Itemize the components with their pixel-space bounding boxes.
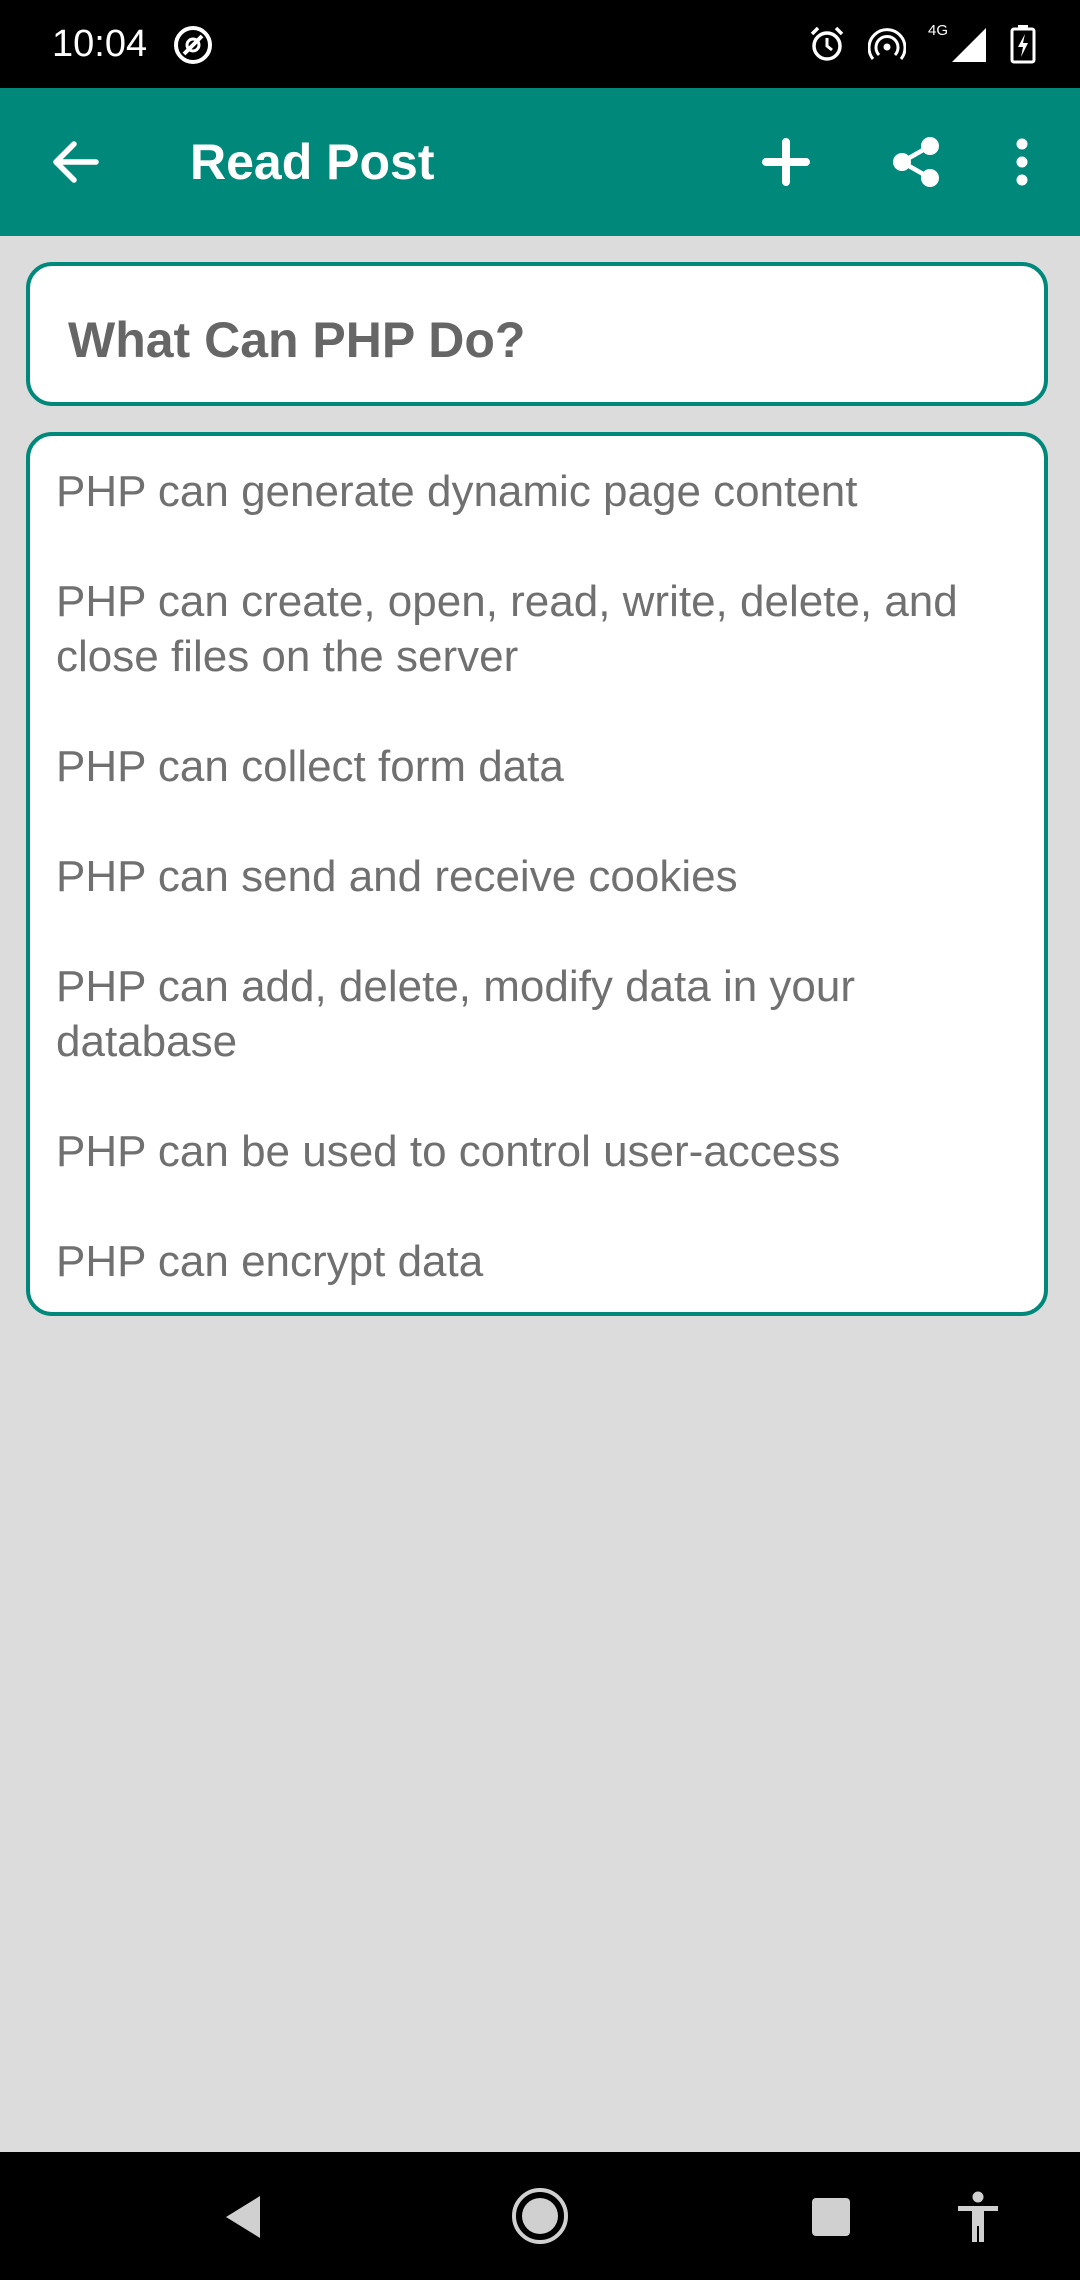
post-body: PHP can generate dynamic page content PH…	[56, 464, 1016, 1289]
post-paragraph: PHP can generate dynamic page content	[56, 467, 858, 516]
post-title-card: What Can PHP Do?	[26, 262, 1048, 406]
accessibility-icon[interactable]	[956, 2190, 1000, 2244]
page-title: Read Post	[190, 134, 435, 190]
nav-home-icon[interactable]	[510, 2186, 570, 2246]
post-title: What Can PHP Do?	[68, 312, 526, 368]
alarm-icon	[810, 26, 844, 61]
post-paragraph: PHP can create, open, read, write, delet…	[56, 577, 958, 681]
battery-charging-icon	[1010, 25, 1036, 64]
hotspot-icon	[868, 28, 906, 60]
nav-recents-icon[interactable]	[810, 2196, 852, 2238]
add-icon[interactable]	[752, 128, 820, 196]
status-bar: 10:04 4G	[0, 0, 1080, 88]
post-body-card: PHP can generate dynamic page content PH…	[26, 432, 1048, 1316]
system-nav-bar	[0, 2152, 1080, 2280]
more-vert-icon[interactable]	[1000, 128, 1044, 196]
status-icons: 4G	[808, 22, 1036, 66]
post-paragraph: PHP can send and receive cookies	[56, 852, 738, 901]
signal-icon: 4G	[928, 22, 988, 64]
back-arrow-icon[interactable]	[44, 130, 108, 194]
post-paragraph: PHP can collect form data	[56, 742, 564, 791]
nav-back-icon[interactable]	[222, 2194, 264, 2240]
post-paragraph: PHP can add, delete, modify data in your…	[56, 962, 856, 1066]
app-bar: Read Post	[0, 88, 1080, 236]
at-sign-icon	[174, 26, 212, 64]
share-icon[interactable]	[882, 128, 950, 196]
status-time: 10:04	[52, 23, 148, 65]
post-paragraph: PHP can encrypt data	[56, 1237, 484, 1286]
post-paragraph: PHP can be used to control user-access	[56, 1127, 841, 1176]
